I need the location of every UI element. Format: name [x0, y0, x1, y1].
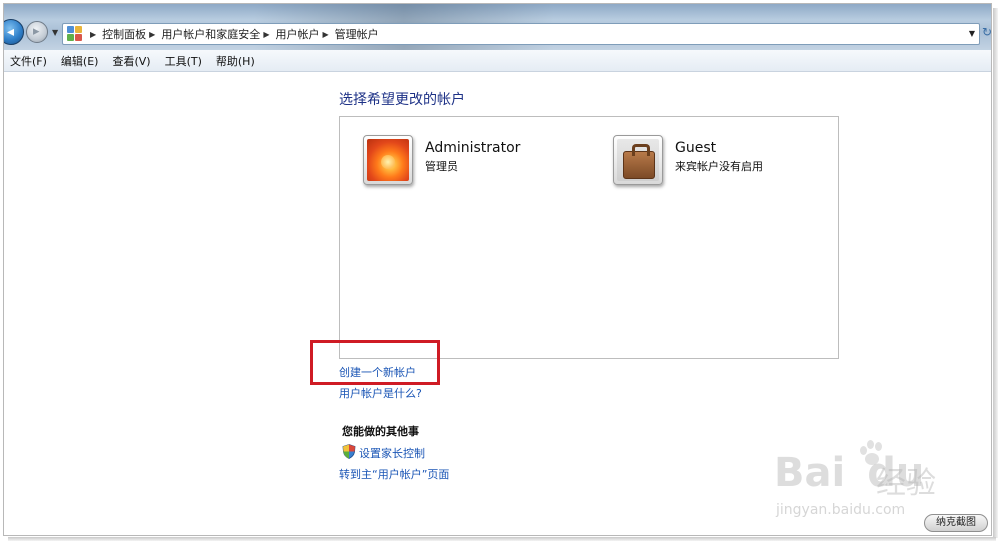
account-administrator[interactable]: Administrator 管理员: [363, 135, 520, 185]
watermark-cn: 经验: [876, 466, 936, 501]
breadcrumb-control-panel[interactable]: 控制面板: [102, 26, 146, 42]
avatar[interactable]: [613, 135, 663, 185]
goto-user-accounts-link[interactable]: 转到主“用户帐户”页面: [339, 466, 449, 482]
chevron-right-icon[interactable]: ▶: [90, 30, 96, 39]
menu-view[interactable]: 查看(V): [112, 53, 150, 69]
breadcrumb-accounts-family[interactable]: 用户帐户和家庭安全: [161, 26, 260, 42]
forward-button[interactable]: ▸: [26, 21, 48, 43]
account-name[interactable]: Guest: [675, 140, 763, 156]
what-is-account-link[interactable]: 用户帐户是什么?: [339, 385, 422, 401]
window: ◂ ▸ ▼ ▶ 控制面板 ▶ 用户帐户和家庭安全 ▶ 用户帐户 ▶ 管理帐户 ▼…: [3, 3, 992, 536]
shield-icon: [342, 444, 356, 459]
watermark-url: jingyan.baidu.com: [776, 502, 906, 518]
account-name[interactable]: Administrator: [425, 140, 520, 156]
create-account-link[interactable]: 创建一个新帐户: [339, 364, 416, 380]
menu-help[interactable]: 帮助(H): [216, 53, 255, 69]
account-role: 管理员: [425, 160, 458, 173]
history-dropdown-icon[interactable]: ▼: [52, 28, 58, 37]
menu-edit[interactable]: 编辑(E): [61, 53, 99, 69]
menu-tools[interactable]: 工具(T): [165, 53, 202, 69]
menu-bar: 文件(F) 编辑(E) 查看(V) 工具(T) 帮助(H): [4, 50, 991, 72]
chevron-right-icon[interactable]: ▶: [263, 30, 269, 39]
frame-shadow-bottom: [8, 537, 996, 541]
back-button[interactable]: ◂: [4, 19, 24, 45]
arrow-left-icon: ◂: [7, 24, 15, 40]
chevron-down-icon[interactable]: ▼: [969, 29, 975, 38]
address-bar[interactable]: ▶ 控制面板 ▶ 用户帐户和家庭安全 ▶ 用户帐户 ▶ 管理帐户 ▼: [62, 23, 980, 45]
flower-picture: [367, 139, 409, 181]
suitcase-picture: [617, 139, 659, 181]
breadcrumb-manage-accounts[interactable]: 管理帐户: [335, 26, 379, 42]
frame-shadow-right: [993, 8, 998, 538]
chevron-right-icon[interactable]: ▶: [322, 30, 328, 39]
control-panel-icon: [67, 26, 83, 42]
capture-button[interactable]: 纳克截图: [924, 514, 988, 532]
page-title: 选择希望更改的帐户: [339, 92, 465, 108]
accounts-list: Administrator 管理员 Guest 来宾帐户没有启用: [339, 116, 839, 359]
chevron-right-icon[interactable]: ▶: [149, 30, 155, 39]
parental-control-link[interactable]: 设置家长控制: [359, 445, 425, 461]
account-guest[interactable]: Guest 来宾帐户没有启用: [613, 135, 763, 185]
refresh-icon[interactable]: ↻: [982, 25, 991, 43]
arrow-right-icon: ▸: [33, 24, 40, 39]
breadcrumb-user-accounts[interactable]: 用户帐户: [275, 26, 319, 42]
account-role: 来宾帐户没有启用: [675, 160, 763, 173]
section-heading: 您能做的其他事: [342, 425, 419, 438]
avatar[interactable]: [363, 135, 413, 185]
title-bar: ◂ ▸ ▼ ▶ 控制面板 ▶ 用户帐户和家庭安全 ▶ 用户帐户 ▶ 管理帐户 ▼…: [4, 4, 991, 50]
menu-file[interactable]: 文件(F): [10, 53, 47, 69]
